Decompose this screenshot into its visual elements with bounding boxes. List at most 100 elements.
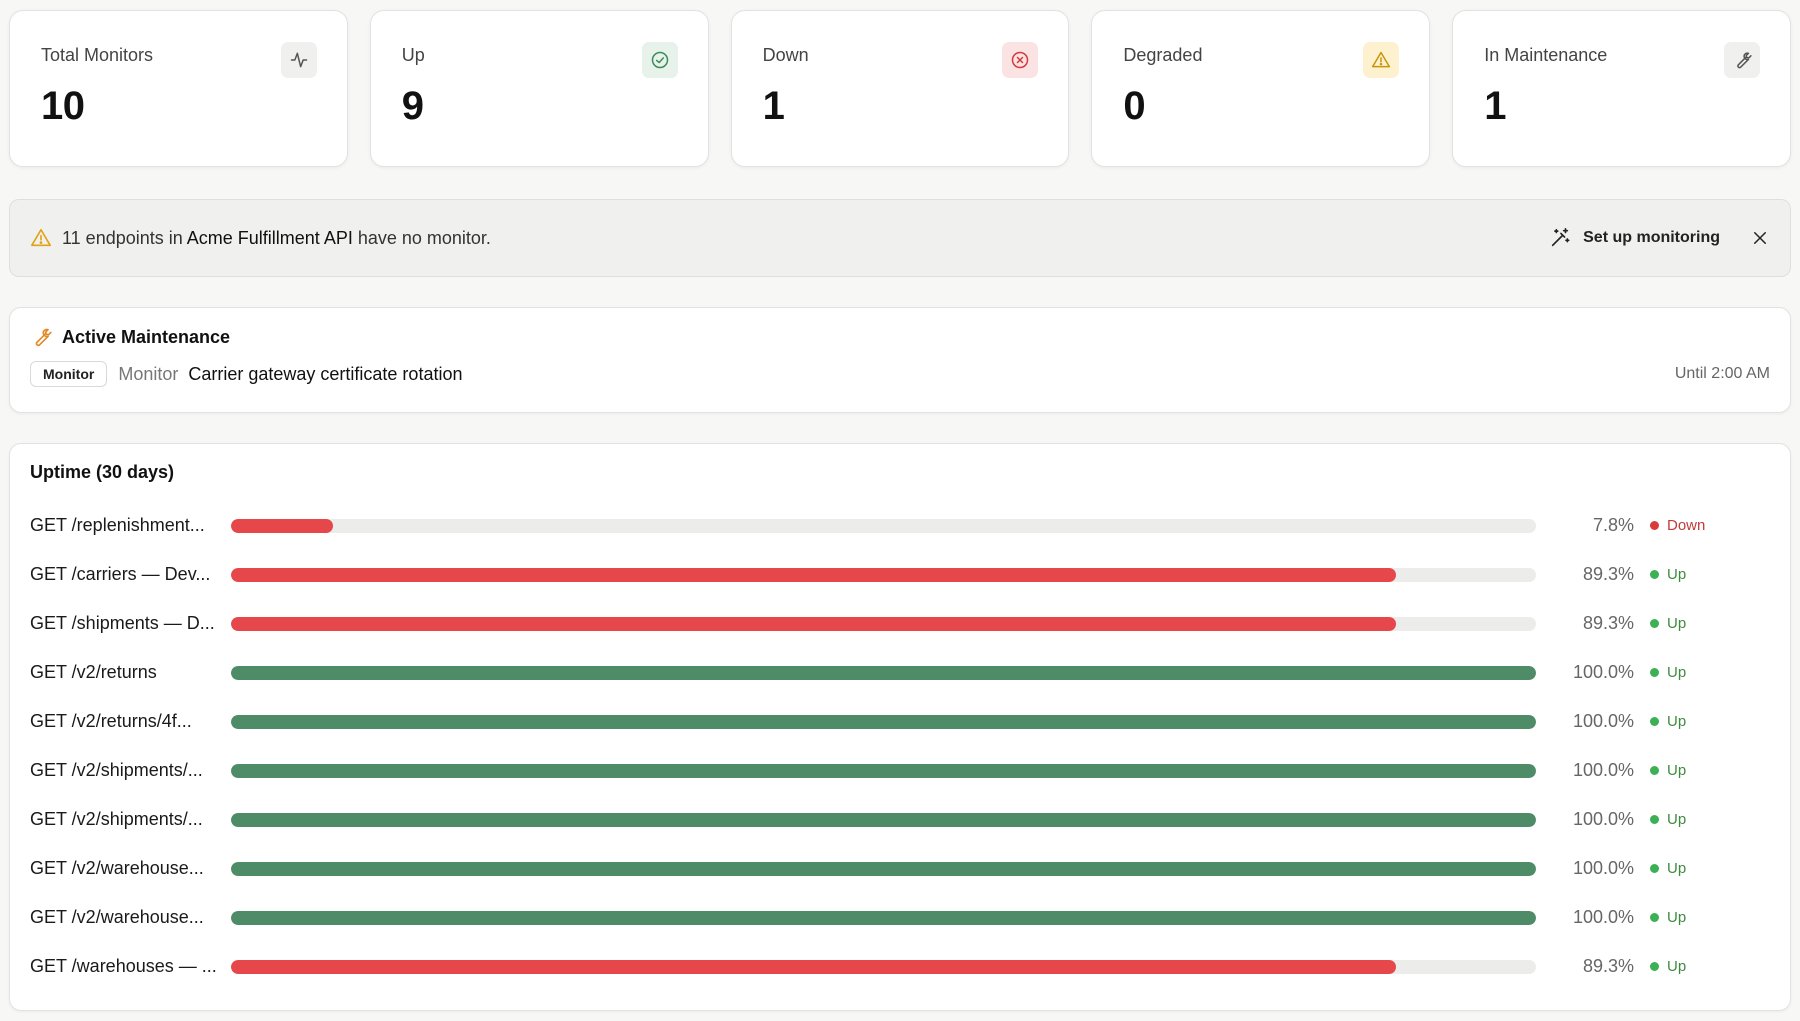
uptime-bar-track bbox=[231, 616, 1536, 631]
status-badge: Up bbox=[1650, 811, 1686, 828]
close-icon bbox=[1754, 232, 1766, 244]
uptime-bar-fill bbox=[231, 665, 1536, 680]
uptime-bar-fill bbox=[231, 714, 1536, 729]
status-badge: Up bbox=[1650, 762, 1686, 779]
endpoint-label: GET /v2/warehouse... bbox=[30, 858, 204, 878]
stat-value: 9 bbox=[401, 84, 424, 128]
endpoint-label: GET /replenishment... bbox=[30, 515, 205, 535]
uptime-row[interactable]: GET /warehouses — ... 89.3% Up bbox=[30, 942, 1770, 991]
banner-count: 11 endpoints in bbox=[62, 227, 187, 248]
status-badge: Down bbox=[1650, 517, 1705, 534]
stat-card-total[interactable]: Total Monitors 10 bbox=[9, 10, 348, 167]
banner-suffix: have no monitor. bbox=[352, 227, 491, 248]
uptime-row[interactable]: GET /shipments — D... 89.3% Up bbox=[30, 599, 1770, 648]
uptime-row[interactable]: GET /v2/returns 100.0% Up bbox=[30, 648, 1770, 697]
uptime-percent: 100.0% bbox=[1572, 711, 1634, 731]
check-circle-icon bbox=[641, 42, 678, 78]
status-label: Up bbox=[1667, 811, 1687, 828]
uptime-bar-fill bbox=[231, 959, 1397, 974]
monitoring-dashboard: Total Monitors 10 Up 9 Down 1 Degraded 0 bbox=[0, 0, 1800, 1021]
status-badge: Up bbox=[1650, 664, 1686, 681]
uptime-bar-track bbox=[231, 763, 1536, 778]
banner-message: 11 endpoints in Acme Fulfillment API hav… bbox=[62, 228, 1549, 249]
stat-card-down[interactable]: Down 1 bbox=[730, 10, 1070, 167]
status-dot bbox=[1650, 864, 1659, 873]
maintenance-scope-chip: Monitor bbox=[30, 361, 108, 387]
status-label: Down bbox=[1667, 517, 1706, 534]
uptime-row[interactable]: GET /v2/warehouse... 100.0% Up bbox=[30, 893, 1770, 942]
stat-label: In Maintenance bbox=[1484, 45, 1608, 65]
warning-icon bbox=[1363, 42, 1400, 78]
uptime-percent: 100.0% bbox=[1572, 858, 1634, 878]
uptime-percent: 89.3% bbox=[1582, 956, 1634, 976]
stat-card-up[interactable]: Up 9 bbox=[369, 10, 709, 167]
uptime-title: Uptime (30 days) bbox=[30, 462, 175, 482]
status-dot bbox=[1650, 913, 1659, 922]
uptime-bar-track bbox=[231, 714, 1536, 729]
status-dot bbox=[1650, 521, 1659, 530]
uptime-bar-fill bbox=[231, 567, 1397, 582]
setup-monitoring-button[interactable]: Set up monitoring bbox=[1549, 227, 1720, 249]
endpoint-label: GET /v2/returns bbox=[30, 662, 157, 682]
uptime-bar-track bbox=[231, 567, 1536, 582]
stat-label: Total Monitors bbox=[41, 45, 154, 65]
status-dot bbox=[1650, 619, 1659, 628]
endpoint-label: GET /warehouses — ... bbox=[30, 956, 217, 976]
magic-wand-icon bbox=[1551, 228, 1570, 247]
stat-label: Down bbox=[762, 45, 809, 65]
status-label: Up bbox=[1667, 762, 1687, 779]
uptime-row[interactable]: GET /replenishment... 7.8% Down bbox=[30, 501, 1770, 550]
status-dot bbox=[1650, 570, 1659, 579]
uptime-row[interactable]: GET /v2/shipments/... 100.0% Up bbox=[30, 795, 1770, 844]
status-label: Up bbox=[1667, 860, 1687, 877]
uptime-bar-fill bbox=[231, 518, 333, 533]
stat-value: 1 bbox=[1484, 84, 1506, 128]
uptime-bar-fill bbox=[231, 861, 1536, 876]
endpoint-label: GET /v2/shipments/... bbox=[30, 760, 203, 780]
uptime-percent: 89.3% bbox=[1582, 613, 1634, 633]
status-label: Up bbox=[1667, 615, 1687, 632]
stats-row: Total Monitors 10 Up 9 Down 1 Degraded 0 bbox=[9, 10, 1791, 167]
unmonitored-endpoints-banner: 11 endpoints in Acme Fulfillment API hav… bbox=[9, 199, 1791, 277]
warning-icon bbox=[31, 228, 51, 247]
uptime-list: GET /replenishment... 7.8% Down GET /carrie… bbox=[30, 501, 1770, 991]
uptime-bar-track bbox=[231, 812, 1536, 827]
maintenance-header: Active Maintenance bbox=[30, 326, 1770, 348]
stat-label: Degraded bbox=[1123, 45, 1203, 65]
stat-card-degraded[interactable]: Degraded 0 bbox=[1091, 10, 1431, 167]
endpoint-label: GET /v2/returns/4f... bbox=[30, 711, 192, 731]
uptime-percent: 89.3% bbox=[1582, 564, 1634, 584]
maintenance-type: Monitor bbox=[118, 363, 179, 384]
uptime-percent: 7.8% bbox=[1592, 515, 1634, 535]
uptime-percent: 100.0% bbox=[1572, 662, 1634, 682]
status-label: Up bbox=[1667, 909, 1687, 926]
status-label: Up bbox=[1667, 566, 1687, 583]
endpoint-label: GET /v2/warehouse... bbox=[30, 907, 204, 927]
status-badge: Up bbox=[1650, 713, 1686, 730]
uptime-bar-track bbox=[231, 959, 1536, 974]
uptime-row[interactable]: GET /v2/shipments/... 100.0% Up bbox=[30, 746, 1770, 795]
uptime-row[interactable]: GET /v2/returns/4f... 100.0% Up bbox=[30, 697, 1770, 746]
uptime-panel: Uptime (30 days) GET /replenishment... 7.… bbox=[9, 443, 1791, 1011]
close-banner-button[interactable] bbox=[1750, 228, 1770, 248]
uptime-bar-fill bbox=[231, 812, 1536, 827]
stat-card-maintenance[interactable]: In Maintenance 1 bbox=[1452, 10, 1791, 167]
stat-label: Up bbox=[401, 45, 425, 65]
maintenance-title: Carrier gateway certificate rotation bbox=[188, 363, 463, 384]
maintenance-until: Until 2:00 AM bbox=[1674, 365, 1770, 382]
status-badge: Up bbox=[1650, 566, 1686, 583]
uptime-bar-fill bbox=[231, 763, 1536, 778]
uptime-row[interactable]: GET /carriers — Dev... 89.3% Up bbox=[30, 550, 1770, 599]
status-dot bbox=[1650, 962, 1659, 971]
setup-monitoring-label: Set up monitoring bbox=[1583, 229, 1720, 246]
status-dot bbox=[1650, 668, 1659, 677]
stat-value: 0 bbox=[1123, 84, 1146, 128]
wrench-icon bbox=[35, 328, 52, 347]
wrench-icon bbox=[1723, 42, 1760, 78]
uptime-percent: 100.0% bbox=[1572, 907, 1634, 927]
status-dot bbox=[1650, 766, 1659, 775]
uptime-bar-track bbox=[231, 665, 1536, 680]
maintenance-item[interactable]: Monitor Monitor Carrier gateway certific… bbox=[30, 361, 1770, 387]
stat-value: 10 bbox=[41, 84, 85, 128]
uptime-row[interactable]: GET /v2/warehouse... 100.0% Up bbox=[30, 844, 1770, 893]
